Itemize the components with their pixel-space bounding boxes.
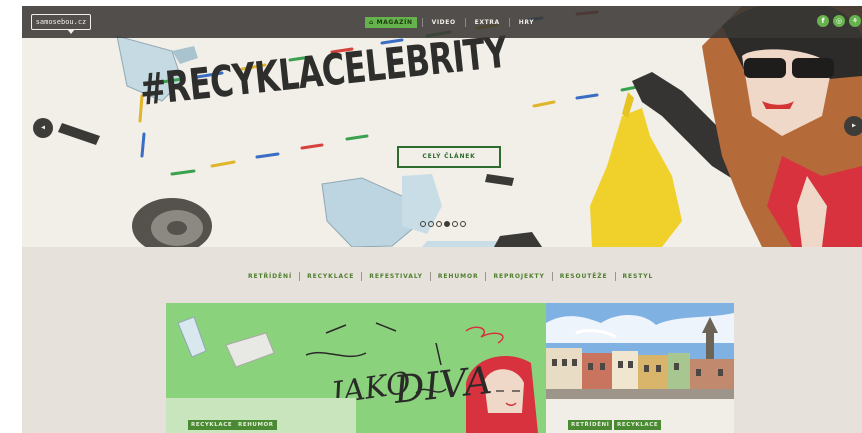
nav-item-hry[interactable]: HRY bbox=[510, 19, 543, 26]
nav-item-video[interactable]: VIDEO bbox=[423, 19, 465, 26]
category-rehumor[interactable]: REHUMOR bbox=[431, 273, 486, 280]
read-article-button[interactable]: CELÝ ČLÁNEK bbox=[397, 146, 501, 168]
page: #RECYKLACELEBRITY samosebou.cz ⌂ MAGAZÍN… bbox=[22, 6, 862, 433]
slider-dot[interactable] bbox=[460, 221, 466, 227]
arrow-left-icon[interactable]: ◂ bbox=[33, 118, 53, 138]
nav-item-extra[interactable]: EXTRA bbox=[466, 19, 509, 26]
article-card-town[interactable]: RETŘÍDĚNÍ RECYKLACE bbox=[546, 303, 734, 433]
slider-dot[interactable] bbox=[436, 221, 442, 227]
instagram-icon[interactable]: ◎ bbox=[833, 15, 845, 27]
facebook-icon[interactable]: f bbox=[817, 15, 829, 27]
category-resouteze[interactable]: RESOUTĚŽE bbox=[553, 273, 615, 280]
town-square-photo bbox=[546, 303, 734, 399]
main-nav: ⌂ MAGAZÍN VIDEO EXTRA HRY bbox=[365, 15, 543, 29]
category-reprojekty[interactable]: REPROJEKTY bbox=[486, 273, 551, 280]
tag-recyklace[interactable]: RECYKLACE bbox=[188, 420, 236, 430]
tag-retrideni[interactable]: RETŘÍDĚNÍ bbox=[568, 420, 613, 430]
site-logo[interactable]: samosebou.cz bbox=[31, 14, 91, 30]
slider-dots bbox=[420, 221, 466, 227]
arrow-right-icon[interactable]: ▸ bbox=[844, 116, 862, 136]
category-recyklace[interactable]: RECYKLACE bbox=[300, 273, 361, 280]
tag-recyklace[interactable]: RECYKLACE bbox=[614, 420, 662, 430]
tag-rehumor[interactable]: REHUMOR bbox=[235, 420, 277, 430]
slider-dot[interactable] bbox=[420, 221, 426, 227]
logo-speech-tail bbox=[67, 29, 75, 34]
category-nav: RETŘÍDĚNÍ RECYKLACE REFESTIVALY REHUMOR … bbox=[241, 272, 660, 281]
slider-dot[interactable] bbox=[428, 221, 434, 227]
home-icon: ⌂ bbox=[369, 18, 377, 26]
top-navigation-bar: samosebou.cz ⌂ MAGAZÍN VIDEO EXTRA HRY f… bbox=[22, 6, 862, 38]
share-icon[interactable]: ⚘ bbox=[849, 15, 861, 27]
article-card-featured[interactable]: JAKO DIVA RECYKLACE REHUMOR bbox=[166, 303, 546, 433]
hero-slider[interactable]: #RECYKLACELEBRITY samosebou.cz ⌂ MAGAZÍN… bbox=[22, 6, 862, 247]
category-restyl[interactable]: RESTYL bbox=[616, 273, 661, 280]
nav-item-magazin[interactable]: ⌂ MAGAZÍN bbox=[365, 16, 417, 28]
category-retrideni[interactable]: RETŘÍDĚNÍ bbox=[241, 273, 299, 280]
slider-dot-active[interactable] bbox=[444, 221, 450, 227]
category-refestivaly[interactable]: REFESTIVALY bbox=[362, 273, 430, 280]
slider-dot[interactable] bbox=[452, 221, 458, 227]
